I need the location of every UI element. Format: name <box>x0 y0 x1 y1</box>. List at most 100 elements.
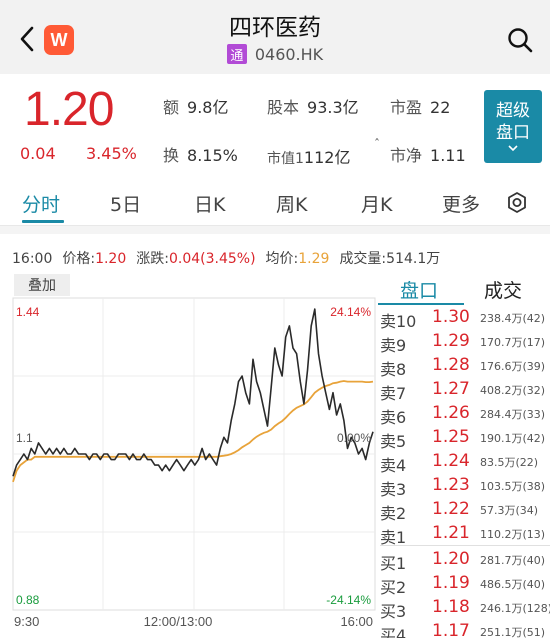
average-price-line <box>12 380 374 483</box>
ask-level: 卖2 <box>380 504 407 523</box>
ask-price: 1.26 <box>432 403 470 423</box>
info-price-label: 价格: <box>62 251 96 267</box>
ask-price: 1.21 <box>432 523 470 543</box>
tab-orderbook[interactable]: 盘口 <box>400 276 438 303</box>
ask-row[interactable]: 卖2 1.22 57.3万(34) <box>380 498 550 523</box>
pct-top-label: 24.14% <box>330 305 371 319</box>
info-change-label: 涨跌: <box>136 251 169 267</box>
info-volume: 514.1万 <box>386 251 441 267</box>
tab-monthly-k[interactable]: 月K <box>361 190 392 217</box>
tab-more[interactable]: 更多 <box>442 190 480 217</box>
bid-row[interactable]: 买1 1.20 281.7万(40) <box>380 548 550 573</box>
ask-row[interactable]: 卖1 1.21 110.2万(13) <box>380 522 550 547</box>
ask-volume: 176.6万(39) <box>480 360 546 373</box>
bid-volume: 486.5万(40) <box>480 578 546 591</box>
search-icon[interactable] <box>506 26 534 54</box>
info-volume-label: 成交量: <box>339 251 387 267</box>
y-bottom-label: 0.88 <box>16 593 40 607</box>
connect-badge: 通 <box>226 44 247 64</box>
ask-row[interactable]: 卖10 1.30 238.4万(42) <box>380 306 550 331</box>
price-line <box>12 308 374 477</box>
section-divider <box>0 226 550 234</box>
ask-price: 1.30 <box>432 307 470 327</box>
y-mid-label: 1.1 <box>16 431 33 445</box>
ask-price: 1.27 <box>432 379 470 399</box>
bid-volume: 281.7万(40) <box>480 554 546 567</box>
caret-icon: ˆ <box>374 137 380 151</box>
ask-level: 卖4 <box>380 456 407 475</box>
ask-price: 1.23 <box>432 475 470 495</box>
tab-5day[interactable]: 5日 <box>110 190 141 217</box>
bid-level: 买4 <box>380 626 407 638</box>
tab-daily-k[interactable]: 日K <box>194 190 225 217</box>
ask-price: 1.29 <box>432 331 470 351</box>
ask-price: 1.25 <box>432 427 470 447</box>
ask-price: 1.28 <box>432 355 470 375</box>
ask-row[interactable]: 卖5 1.25 190.1万(42) <box>380 426 550 451</box>
stat-label: 市盈 <box>390 98 423 117</box>
ask-volume: 83.5万(22) <box>480 456 539 469</box>
tab-intraday[interactable]: 分时 <box>22 190 60 217</box>
x-label-open: 9:30 <box>14 614 39 629</box>
pct-bottom-label: -24.14% <box>326 593 371 607</box>
bid-price: 1.17 <box>432 621 470 638</box>
stat-shares: 股本 93.3亿 <box>267 94 359 118</box>
ask-row[interactable]: 卖9 1.29 170.7万(17) <box>380 330 550 355</box>
stat-value: 1.11 <box>430 146 466 165</box>
y-top-label: 1.44 <box>16 305 40 319</box>
stat-label: 市净 <box>390 146 423 165</box>
stat-pe: 市盈 22 <box>390 94 450 118</box>
orderbook-divider <box>380 545 550 546</box>
ask-row[interactable]: 卖8 1.28 176.6万(39) <box>380 354 550 379</box>
bid-volume: 251.1万(51) <box>480 626 546 638</box>
stat-label: 换 <box>163 146 180 165</box>
ask-row[interactable]: 卖6 1.26 284.4万(33) <box>380 402 550 427</box>
ask-volume: 103.5万(38) <box>480 480 546 493</box>
button-label-line1: 超级 <box>496 101 530 121</box>
stat-value: 8.15% <box>187 146 238 165</box>
last-price: 1.20 <box>24 83 114 136</box>
overlay-button[interactable]: 叠加 <box>14 274 70 296</box>
info-time: 16:00 <box>12 251 53 267</box>
ask-level: 卖8 <box>380 360 407 379</box>
info-avg: 1.29 <box>298 251 330 267</box>
price-change-pct: 3.45% <box>86 144 137 163</box>
gear-icon[interactable] <box>506 190 528 216</box>
orderbook-tab-indicator <box>378 303 464 305</box>
ask-level: 卖3 <box>380 480 407 499</box>
ask-volume: 110.2万(13) <box>480 528 546 541</box>
ask-level: 卖10 <box>380 312 417 331</box>
stat-value: 112亿 <box>303 148 351 167</box>
ask-level: 卖6 <box>380 408 407 427</box>
ask-volume: 57.3万(34) <box>480 504 539 517</box>
button-label-line2: 盘口 <box>496 123 530 143</box>
ask-row[interactable]: 卖4 1.24 83.5万(22) <box>380 450 550 475</box>
ask-row[interactable]: 卖3 1.23 103.5万(38) <box>380 474 550 499</box>
intraday-chart[interactable]: 1.44 0.88 1.1 24.14% -24.14% 0.00% 9:30 … <box>0 270 376 638</box>
ask-price: 1.22 <box>432 499 470 519</box>
bid-row[interactable]: 买2 1.19 486.5万(40) <box>380 572 550 597</box>
bid-level: 买2 <box>380 578 407 597</box>
chevron-down-icon <box>484 144 542 154</box>
active-tab-indicator <box>22 220 64 223</box>
ask-price: 1.24 <box>432 451 470 471</box>
info-price: 1.20 <box>95 251 127 267</box>
pct-mid-label: 0.00% <box>337 431 371 445</box>
stat-label: 股本 <box>267 98 300 117</box>
page-title: 四环医药 <box>229 15 321 41</box>
super-orderbook-button[interactable]: 超级 盘口 <box>484 90 542 163</box>
ask-row[interactable]: 卖7 1.27 408.2万(32) <box>380 378 550 403</box>
bid-row[interactable]: 买4 1.17 251.1万(51) <box>380 620 550 638</box>
tab-weekly-k[interactable]: 周K <box>276 190 307 217</box>
bid-row[interactable]: 买3 1.18 246.1万(128) <box>380 596 550 621</box>
bid-price: 1.20 <box>432 549 470 569</box>
ask-volume: 284.4万(33) <box>480 408 546 421</box>
info-change: 0.04(3.45%) <box>168 251 256 267</box>
top-bar: W 四环医药 通 0460.HK <box>0 0 550 74</box>
stat-value: 22 <box>430 98 451 117</box>
ask-volume: 238.4万(42) <box>480 312 546 325</box>
bid-price: 1.19 <box>432 573 470 593</box>
stat-pb: 市净 1.11 <box>390 142 466 166</box>
tab-trades[interactable]: 成交 <box>484 276 522 303</box>
ask-volume: 190.1万(42) <box>480 432 546 445</box>
